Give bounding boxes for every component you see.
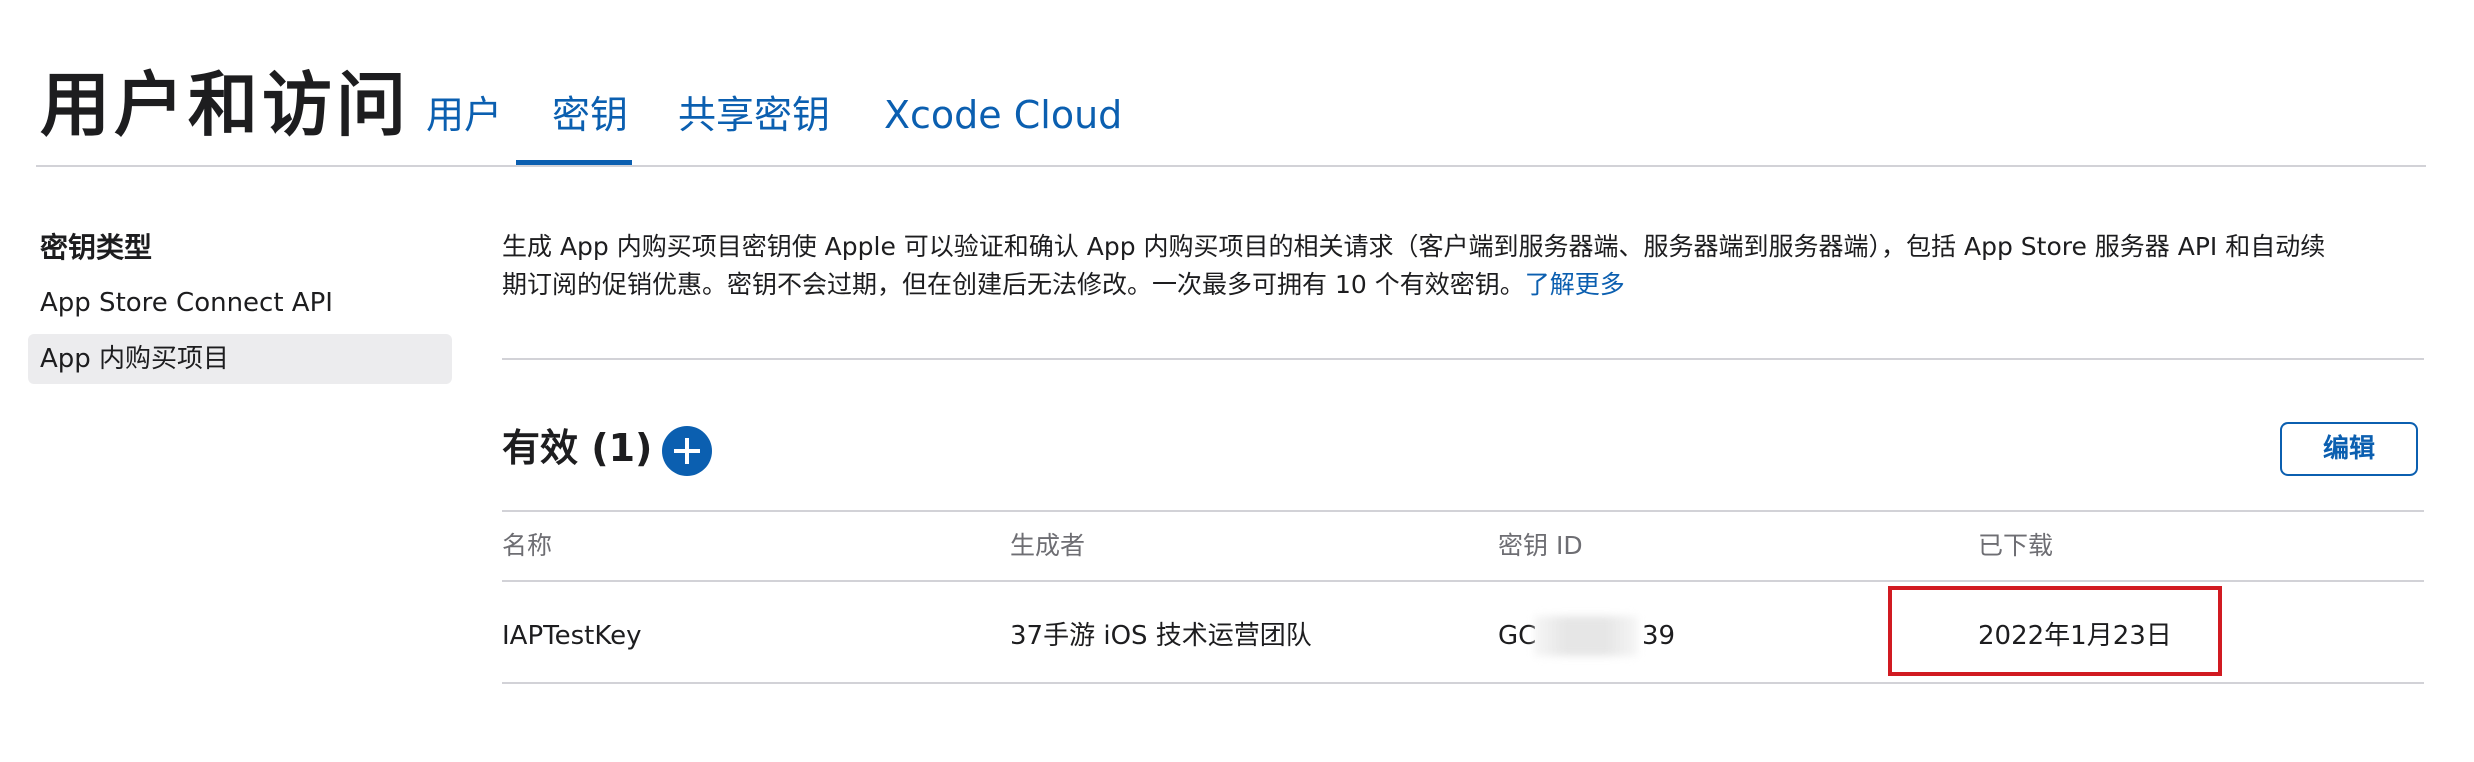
description: 生成 App 内购买项目密钥使 Apple 可以验证和确认 App 内购买项目的… [502,228,2432,304]
section-title: 有效 (1) [502,426,653,470]
key-id-redaction [1534,616,1638,656]
tab-keys[interactable]: 密钥 [552,88,628,142]
sidebar-heading: 密钥类型 [40,231,153,264]
description-line-2: 期订阅的促销优惠。密钥不会过期，但在创建后无法修改。一次最多可拥有 10 个有效… [502,266,2432,304]
table-top-divider [502,510,2424,512]
column-header-name: 名称 [502,531,553,560]
table-header-divider [502,580,2424,582]
tab-xcode-cloud[interactable]: Xcode Cloud [884,88,1122,142]
add-key-button[interactable] [662,426,712,476]
plus-circle-icon [674,438,700,464]
sidebar-item-in-app-purchase[interactable]: App 内购买项目 [28,334,452,384]
page-title: 用户和访问 [40,64,410,146]
tab-users[interactable]: 用户 [426,88,502,142]
column-header-downloaded: 已下载 [1978,531,2054,560]
description-line-2-text: 期订阅的促销优惠。密钥不会过期，但在创建后无法修改。一次最多可拥有 10 个有效… [502,270,1525,299]
cell-key-id-prefix: GC [1498,621,1537,651]
edit-button[interactable]: 编辑 [2280,422,2418,476]
section-divider [502,358,2424,360]
cell-key-name[interactable]: IAPTestKey [502,616,641,656]
tab-shared-keys[interactable]: 共享密钥 [678,88,830,142]
learn-more-link[interactable]: 了解更多 [1525,270,1625,299]
description-line-1: 生成 App 内购买项目密钥使 Apple 可以验证和确认 App 内购买项目的… [502,232,2326,261]
cell-key-id-suffix: 39 [1642,621,1676,651]
sidebar-item-app-store-connect-api[interactable]: App Store Connect API [28,278,452,328]
table-bottom-divider [502,682,2424,684]
active-tab-indicator [516,160,632,165]
cell-creator: 37手游 iOS 技术运营团队 [1010,621,1312,651]
column-header-creator: 生成者 [1010,531,1086,560]
page-header: 用户和访问 用户 密钥 共享密钥 Xcode Cloud [36,0,2426,167]
highlight-annotation-box [1888,586,2222,676]
column-header-key-id: 密钥 ID [1498,531,1583,560]
